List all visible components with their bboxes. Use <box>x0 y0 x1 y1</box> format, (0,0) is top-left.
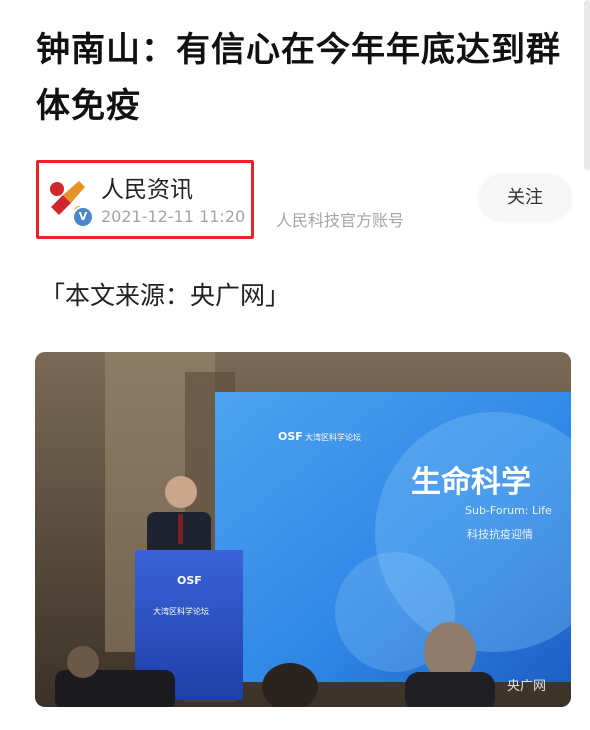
audience-head <box>67 646 99 678</box>
speaker-tie <box>178 514 183 544</box>
scrollbar[interactable] <box>584 0 590 170</box>
follow-button[interactable]: 关注 <box>480 176 570 220</box>
screen-line: 科技抗疫迎情 <box>467 527 533 541</box>
article-source: 「本文来源：央广网」 <box>40 281 291 310</box>
verified-badge-icon: V <box>72 206 94 228</box>
speaker-head <box>165 476 197 508</box>
screen-subtitle: Sub-Forum: Life <box>465 504 552 517</box>
screen-title: 生命科学 <box>411 465 531 500</box>
author-name[interactable]: 人民资讯 <box>101 170 193 204</box>
audience-body <box>55 670 175 707</box>
screen-banner: 大湾区科学论坛 <box>305 432 361 442</box>
account-description: 人民科技官方账号 <box>276 211 405 230</box>
post-timestamp: 2021-12-11 11:20 <box>101 207 246 226</box>
audience-body <box>405 672 495 707</box>
article-title: 钟南山：有信心在今年年底达到群体免疫 <box>36 30 561 126</box>
watermark: 央广网 <box>507 679 546 694</box>
podium-text: 大湾区科学论坛 <box>153 606 209 616</box>
podium-logo: OSF <box>177 574 202 587</box>
article-photo[interactable]: OSF 大湾区科学论坛 生命科学 Sub-Forum: Life 科技抗疫迎情 … <box>35 352 571 707</box>
screen-logo: OSF <box>278 430 303 443</box>
